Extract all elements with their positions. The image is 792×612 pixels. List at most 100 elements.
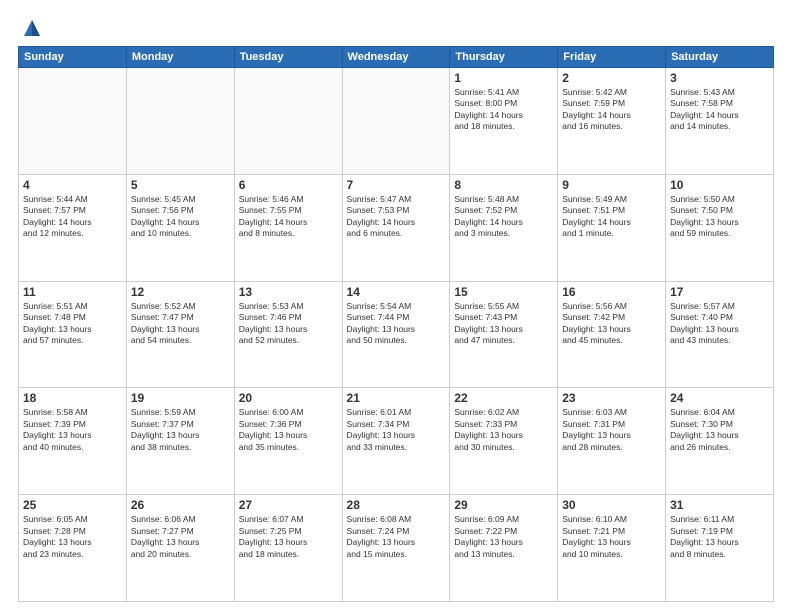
calendar-header-row: SundayMondayTuesdayWednesdayThursdayFrid… bbox=[19, 47, 774, 68]
day-number-3: 3 bbox=[670, 71, 769, 85]
page: SundayMondayTuesdayWednesdayThursdayFrid… bbox=[0, 0, 792, 612]
day-number-18: 18 bbox=[23, 391, 122, 405]
day-number-10: 10 bbox=[670, 178, 769, 192]
day-cell-16: 16Sunrise: 5:56 AM Sunset: 7:42 PM Dayli… bbox=[558, 281, 666, 388]
day-cell-18: 18 Sunrise: 5:58 AM Sunset: 7:39 PM Dayli… bbox=[19, 388, 127, 495]
day-info-8: Sunrise: 5:48 AM Sunset: 7:52 PM Dayligh… bbox=[454, 194, 553, 240]
day-cell-13: 13 Sunrise: 5:53 AM Sunset: 7:46 PM Dayli… bbox=[234, 281, 342, 388]
day-number-28: 28 bbox=[347, 498, 446, 512]
empty-cell bbox=[126, 68, 234, 175]
logo-icon bbox=[22, 18, 42, 38]
calendar-weekday-wednesday: Wednesday bbox=[342, 47, 450, 68]
day-cell-28: 28 Sunrise: 6:08 AM Sunset: 7:24 PM Dayli… bbox=[342, 495, 450, 602]
day-cell-27: 27 Sunrise: 6:07 AM Sunset: 7:25 PM Dayli… bbox=[234, 495, 342, 602]
day-number-26: 26 bbox=[131, 498, 230, 512]
header bbox=[18, 18, 774, 38]
day-info-26: Sunrise: 6:06 AM Sunset: 7:27 PM Dayligh… bbox=[131, 514, 230, 560]
day-cell-20: 20 Sunrise: 6:00 AM Sunset: 7:36 PM Dayli… bbox=[234, 388, 342, 495]
day-cell-9: 9 Sunrise: 5:49 AM Sunset: 7:51 PM Daylig… bbox=[558, 174, 666, 281]
day-info-27: Sunrise: 6:07 AM Sunset: 7:25 PM Dayligh… bbox=[239, 514, 338, 560]
day-number-21: 21 bbox=[347, 391, 446, 405]
calendar-weekday-sunday: Sunday bbox=[19, 47, 127, 68]
day-info-10: Sunrise: 5:50 AM Sunset: 7:50 PM Dayligh… bbox=[670, 194, 769, 240]
day-info-9: Sunrise: 5:49 AM Sunset: 7:51 PM Dayligh… bbox=[562, 194, 661, 240]
calendar-week-4: 18 Sunrise: 5:58 AM Sunset: 7:39 PM Dayli… bbox=[19, 388, 774, 495]
day-info-20: Sunrise: 6:00 AM Sunset: 7:36 PM Dayligh… bbox=[239, 407, 338, 453]
day-info-23: Sunrise: 6:03 AM Sunset: 7:31 PM Dayligh… bbox=[562, 407, 661, 453]
day-number-25: 25 bbox=[23, 498, 122, 512]
day-info-2: Sunrise: 5:42 AM Sunset: 7:59 PM Dayligh… bbox=[562, 87, 661, 133]
day-number-12: 12 bbox=[131, 285, 230, 299]
day-info-31: Sunrise: 6:11 AM Sunset: 7:19 PM Dayligh… bbox=[670, 514, 769, 560]
day-cell-11: 11 Sunrise: 5:51 AM Sunset: 7:48 PM Dayli… bbox=[19, 281, 127, 388]
day-cell-17: 17 Sunrise: 5:57 AM Sunset: 7:40 PM Dayli… bbox=[666, 281, 774, 388]
calendar-weekday-tuesday: Tuesday bbox=[234, 47, 342, 68]
empty-cell bbox=[342, 68, 450, 175]
calendar-week-3: 11 Sunrise: 5:51 AM Sunset: 7:48 PM Dayli… bbox=[19, 281, 774, 388]
day-cell-7: 7 Sunrise: 5:47 AM Sunset: 7:53 PM Daylig… bbox=[342, 174, 450, 281]
day-info-1: Sunrise: 5:41 AM Sunset: 8:00 PM Dayligh… bbox=[454, 87, 553, 133]
day-cell-10: 10 Sunrise: 5:50 AM Sunset: 7:50 PM Dayli… bbox=[666, 174, 774, 281]
day-cell-12: 12 Sunrise: 5:52 AM Sunset: 7:47 PM Dayli… bbox=[126, 281, 234, 388]
day-number-8: 8 bbox=[454, 178, 553, 192]
day-info-18: Sunrise: 5:58 AM Sunset: 7:39 PM Dayligh… bbox=[23, 407, 122, 453]
day-number-6: 6 bbox=[239, 178, 338, 192]
day-number-15: 15 bbox=[454, 285, 553, 299]
day-cell-8: 8 Sunrise: 5:48 AM Sunset: 7:52 PM Daylig… bbox=[450, 174, 558, 281]
day-number-16: 16 bbox=[562, 285, 661, 299]
day-cell-15: 15 Sunrise: 5:55 AM Sunset: 7:43 PM Dayli… bbox=[450, 281, 558, 388]
day-info-3: Sunrise: 5:43 AM Sunset: 7:58 PM Dayligh… bbox=[670, 87, 769, 133]
day-number-13: 13 bbox=[239, 285, 338, 299]
day-number-17: 17 bbox=[670, 285, 769, 299]
day-number-31: 31 bbox=[670, 498, 769, 512]
day-cell-29: 29 Sunrise: 6:09 AM Sunset: 7:22 PM Dayli… bbox=[450, 495, 558, 602]
day-number-20: 20 bbox=[239, 391, 338, 405]
day-cell-25: 25Sunrise: 6:05 AM Sunset: 7:28 PM Dayli… bbox=[19, 495, 127, 602]
day-info-6: Sunrise: 5:46 AM Sunset: 7:55 PM Dayligh… bbox=[239, 194, 338, 240]
day-info-29: Sunrise: 6:09 AM Sunset: 7:22 PM Dayligh… bbox=[454, 514, 553, 560]
day-cell-23: 23Sunrise: 6:03 AM Sunset: 7:31 PM Dayli… bbox=[558, 388, 666, 495]
day-info-17: Sunrise: 5:57 AM Sunset: 7:40 PM Dayligh… bbox=[670, 301, 769, 347]
day-info-22: Sunrise: 6:02 AM Sunset: 7:33 PM Dayligh… bbox=[454, 407, 553, 453]
day-cell-24: 24 Sunrise: 6:04 AM Sunset: 7:30 PM Dayli… bbox=[666, 388, 774, 495]
day-info-13: Sunrise: 5:53 AM Sunset: 7:46 PM Dayligh… bbox=[239, 301, 338, 347]
day-info-4: Sunrise: 5:44 AM Sunset: 7:57 PM Dayligh… bbox=[23, 194, 122, 240]
day-number-30: 30 bbox=[562, 498, 661, 512]
day-cell-5: 5Sunrise: 5:45 AM Sunset: 7:56 PM Daylig… bbox=[126, 174, 234, 281]
day-number-29: 29 bbox=[454, 498, 553, 512]
day-info-21: Sunrise: 6:01 AM Sunset: 7:34 PM Dayligh… bbox=[347, 407, 446, 453]
day-number-7: 7 bbox=[347, 178, 446, 192]
calendar-week-1: 1 Sunrise: 5:41 AM Sunset: 8:00 PM Daylig… bbox=[19, 68, 774, 175]
calendar-weekday-friday: Friday bbox=[558, 47, 666, 68]
day-number-24: 24 bbox=[670, 391, 769, 405]
day-info-11: Sunrise: 5:51 AM Sunset: 7:48 PM Dayligh… bbox=[23, 301, 122, 347]
day-info-7: Sunrise: 5:47 AM Sunset: 7:53 PM Dayligh… bbox=[347, 194, 446, 240]
day-cell-30: 30 Sunrise: 6:10 AM Sunset: 7:21 PM Dayli… bbox=[558, 495, 666, 602]
calendar-week-5: 25Sunrise: 6:05 AM Sunset: 7:28 PM Dayli… bbox=[19, 495, 774, 602]
day-cell-1: 1 Sunrise: 5:41 AM Sunset: 8:00 PM Daylig… bbox=[450, 68, 558, 175]
day-number-27: 27 bbox=[239, 498, 338, 512]
day-info-24: Sunrise: 6:04 AM Sunset: 7:30 PM Dayligh… bbox=[670, 407, 769, 453]
calendar-weekday-monday: Monday bbox=[126, 47, 234, 68]
day-number-11: 11 bbox=[23, 285, 122, 299]
day-cell-21: 21 Sunrise: 6:01 AM Sunset: 7:34 PM Dayli… bbox=[342, 388, 450, 495]
day-cell-4: 4Sunrise: 5:44 AM Sunset: 7:57 PM Daylig… bbox=[19, 174, 127, 281]
day-info-15: Sunrise: 5:55 AM Sunset: 7:43 PM Dayligh… bbox=[454, 301, 553, 347]
day-cell-2: 2 Sunrise: 5:42 AM Sunset: 7:59 PM Daylig… bbox=[558, 68, 666, 175]
day-number-14: 14 bbox=[347, 285, 446, 299]
day-info-12: Sunrise: 5:52 AM Sunset: 7:47 PM Dayligh… bbox=[131, 301, 230, 347]
day-number-9: 9 bbox=[562, 178, 661, 192]
day-number-1: 1 bbox=[454, 71, 553, 85]
day-cell-19: 19Sunrise: 5:59 AM Sunset: 7:37 PM Dayli… bbox=[126, 388, 234, 495]
day-number-19: 19 bbox=[131, 391, 230, 405]
day-number-22: 22 bbox=[454, 391, 553, 405]
day-cell-22: 22 Sunrise: 6:02 AM Sunset: 7:33 PM Dayli… bbox=[450, 388, 558, 495]
day-cell-3: 3 Sunrise: 5:43 AM Sunset: 7:58 PM Daylig… bbox=[666, 68, 774, 175]
day-info-28: Sunrise: 6:08 AM Sunset: 7:24 PM Dayligh… bbox=[347, 514, 446, 560]
day-number-5: 5 bbox=[131, 178, 230, 192]
calendar-table: SundayMondayTuesdayWednesdayThursdayFrid… bbox=[18, 46, 774, 602]
empty-cell bbox=[234, 68, 342, 175]
day-number-2: 2 bbox=[562, 71, 661, 85]
day-info-14: Sunrise: 5:54 AM Sunset: 7:44 PM Dayligh… bbox=[347, 301, 446, 347]
day-info-30: Sunrise: 6:10 AM Sunset: 7:21 PM Dayligh… bbox=[562, 514, 661, 560]
